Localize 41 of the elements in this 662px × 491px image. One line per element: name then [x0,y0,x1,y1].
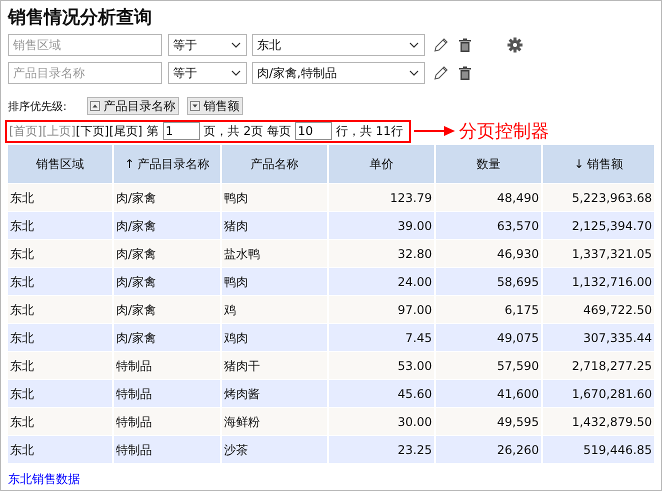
page-title: 销售情况分析查询 [8,6,153,30]
table-cell: 26,260 [436,435,543,463]
annotation-label: 分页控制器 [458,120,549,143]
pencil-icon[interactable] [433,65,449,81]
page-label: 第 [146,122,158,140]
sort-button[interactable]: 产品目录名称 [86,97,179,115]
value-select[interactable]: 肉/家禽,特制品 [252,62,425,84]
chevron-icon [231,42,241,48]
table-cell: 23.25 [329,435,436,463]
field-input[interactable]: 产品目录名称 [8,62,162,84]
trash-icon[interactable] [457,37,473,53]
column-header[interactable]: 销售区域 [8,145,114,183]
chevron-icon [409,70,419,76]
table-cell: 特制品 [114,435,222,463]
row-count-label: 行，共 11行 [336,122,403,140]
operator-select[interactable]: 等于 [168,34,247,56]
sort-button[interactable]: 销售额 [186,97,243,115]
column-header[interactable]: 单价 [329,145,436,183]
footer-link[interactable]: 东北销售数据 [8,471,80,488]
table-cell: 519,446.85 [543,435,656,463]
settings-icon[interactable] [507,37,523,53]
column-header[interactable]: ↑ 产品目录名称 [114,145,222,183]
page-size-input[interactable]: 10 [294,122,332,140]
table-cell: 沙茶 [222,435,329,463]
pager-link[interactable]: [下页] [76,122,110,140]
field-input[interactable]: 销售区域 [8,34,162,56]
pager-link[interactable]: [尾页] [109,122,142,140]
pencil-icon[interactable] [433,37,449,53]
sort-label: 排序优先级: [8,98,67,114]
trash-icon[interactable] [457,65,473,81]
page-input[interactable]: 1 [162,122,200,140]
operator-select[interactable]: 等于 [168,62,247,84]
value-select[interactable]: 东北 [252,34,425,56]
column-header[interactable]: 数量 [436,145,543,183]
page-count-label: 页，共 2页 每页 [204,122,291,140]
chevron-icon [409,42,419,48]
chevron-icon [231,70,241,76]
arrow-icon [414,125,456,137]
column-header[interactable]: 产品名称 [222,145,329,183]
table-cell: 东北 [8,435,114,463]
column-header[interactable]: ↓ 销售额 [543,145,656,183]
